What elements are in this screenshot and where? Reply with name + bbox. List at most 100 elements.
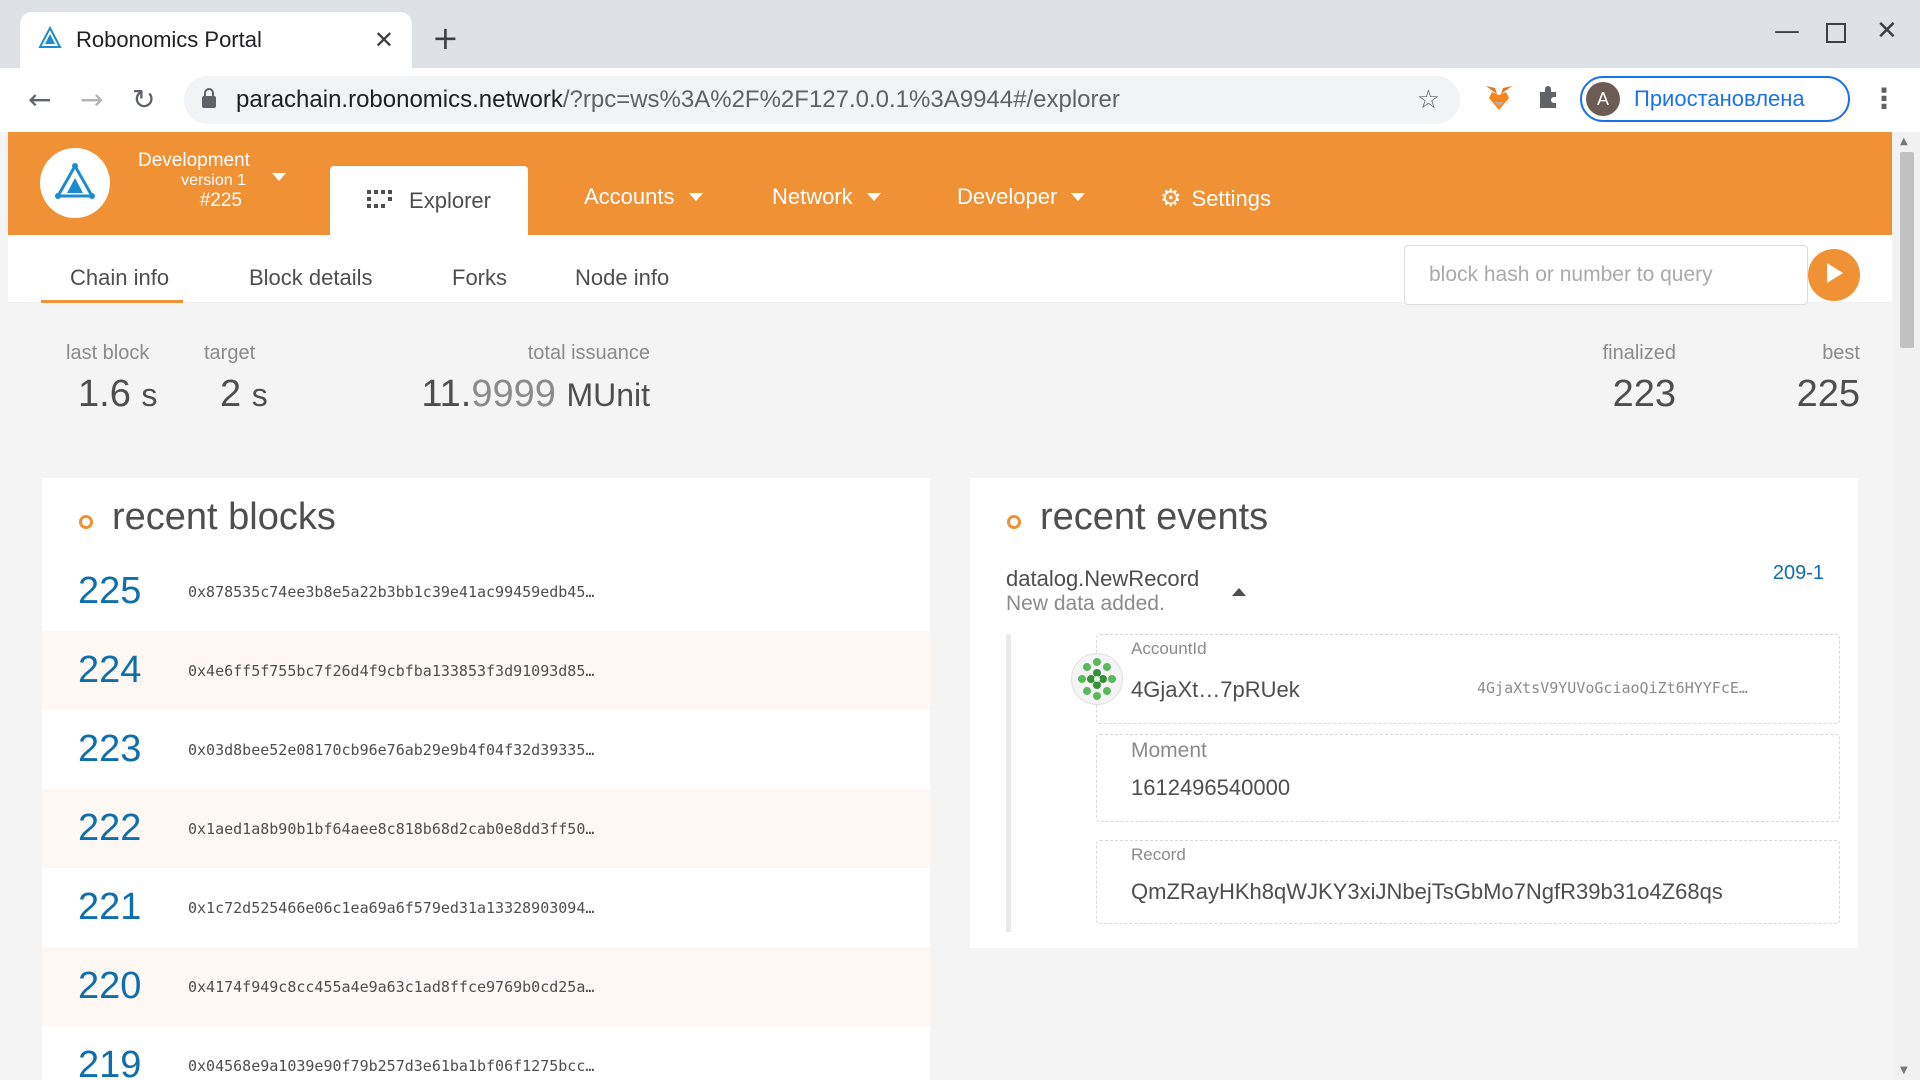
chain-version: version 1 [181,172,246,189]
menu-explorer[interactable]: Explorer [330,166,528,235]
block-number-link[interactable]: 225 [42,570,188,613]
param-label: AccountId [1131,639,1207,658]
portal-page: Development version 1 #225 Explorer Acco… [8,132,1892,1080]
block-number-link[interactable]: 224 [42,649,188,692]
maximize-icon[interactable] [1826,22,1846,48]
param-account: AccountId 4GjaXt…7pRUek 4GjaXtsV9YUVoGci… [1071,634,1840,724]
stat-value: 1.6 s [78,373,158,415]
stat-target: target 2 s [204,342,324,416]
scroll-thumb[interactable] [1900,152,1914,348]
chain-block: #225 [199,190,242,211]
menu-label: Settings [1191,185,1272,211]
block-hash: 0x04568e9a1039e90f79b257d3e61ba1bf06f127… [188,1056,595,1075]
menu-label: Network [772,184,853,209]
recent-events-card: recent events datalog.NewRecord New data… [970,478,1858,948]
stat-label: best [1822,342,1860,364]
chevron-up-icon[interactable] [1232,588,1246,596]
robonomics-logo[interactable] [40,148,110,218]
chevron-down-icon [866,193,881,201]
table-row: 223 0x03d8bee52e08170cb96e76ab29e9b4f04f3… [42,710,930,789]
close-window-icon[interactable]: ✕ [1876,18,1898,44]
scroll-up-icon[interactable]: ▲ [1900,136,1908,147]
tab-strip: Robonomics Portal ✕ + — ✕ [0,0,1920,68]
block-hash: 0x4e6ff5f755bc7f26d4f9cbfba133853f3d9109… [188,661,595,680]
param-label: Moment [1131,739,1207,762]
new-tab-button[interactable]: + [432,22,459,54]
address-bar[interactable]: parachain.robonomics.network/?rpc=ws%3A%… [184,76,1460,124]
stat-label: total issuance [527,342,650,364]
block-hash: 0x03d8bee52e08170cb96e76ab29e9b4f04f32d3… [188,740,595,759]
block-hash: 0x4174f949c8cc455a4e9a63c1ad8ffce9769b0c… [188,977,595,996]
block-query-input[interactable] [1404,245,1808,305]
sub-navigation: Chain info Block details Forks Node info [8,235,1892,305]
menu-label: Explorer [409,187,491,213]
chevron-down-icon [272,173,286,181]
extensions-icon[interactable] [1536,84,1562,116]
block-number-link[interactable]: 223 [42,728,188,771]
tab-block-details[interactable]: Block details [249,235,373,303]
top-menu: Development version 1 #225 Explorer Acco… [8,132,1892,235]
stat-value: 225 [1796,373,1860,415]
play-icon [1824,262,1844,288]
table-row: 224 0x4e6ff5f755bc7f26d4f9cbfba133853f3d9… [42,631,930,710]
account-full: 4GjaXtsV9YUVoGciaoQiZt6HYYFcE… [1477,679,1748,697]
event-id-link[interactable]: 209-1 [1773,562,1824,585]
tab-chain-info[interactable]: Chain info [41,235,183,303]
block-hash: 0x1c72d525466e06c1ea69a6f579ed31a1332890… [188,898,595,917]
chevron-down-icon [688,193,703,201]
menu-developer[interactable]: Developer [957,184,1086,210]
chain-selector[interactable]: Development version 1 #225 [130,150,286,212]
forward-icon[interactable]: → [80,84,103,116]
stat-total-issuance: total issuance 11.9999 MUnit [358,342,650,416]
menu-settings[interactable]: ⚙ Settings [1160,184,1271,213]
chain-summary: last block 1.6 s target 2 s total issuan… [8,342,1892,452]
block-number-link[interactable]: 222 [42,807,188,850]
param-label: Record [1131,845,1186,864]
stat-best: best 225 [1708,342,1860,416]
minimize-icon[interactable]: — [1774,18,1800,44]
browser-tab[interactable]: Robonomics Portal ✕ [20,12,412,68]
block-hash: 0x1aed1a8b90b1bf64aee8c818b68d2cab0e8dd3… [188,819,595,838]
menu-network[interactable]: Network [772,184,881,210]
browser-window: Robonomics Portal ✕ + — ✕ ← → ↻ parachai… [0,0,1920,1080]
stat-label: target [204,342,256,364]
identicon-icon[interactable] [1071,653,1123,705]
page-scrollbar[interactable]: ▲ ▼ [1894,132,1920,1080]
star-icon[interactable]: ☆ [1417,85,1440,115]
account-short[interactable]: 4GjaXt…7pRUek [1131,677,1300,703]
block-number-link[interactable]: 221 [42,886,188,929]
recent-blocks-title: recent blocks [76,496,336,539]
block-number-link[interactable]: 219 [42,1044,188,1080]
tab-node-info[interactable]: Node info [575,235,669,303]
block-number-link[interactable]: 220 [42,965,188,1008]
explorer-icon [367,188,397,214]
menu-accounts[interactable]: Accounts [584,184,703,210]
chevron-down-icon [1071,193,1086,201]
url-text: parachain.robonomics.network/?rpc=ws%3A%… [236,86,1120,113]
status-dot-icon [76,511,96,532]
stat-label: last block [66,342,150,364]
tab-forks[interactable]: Forks [452,235,507,303]
query-submit-button[interactable] [1808,249,1860,301]
menu-icon[interactable]: ⋮ [1870,82,1898,115]
menu-label: Accounts [584,184,675,209]
param-value: QmZRayHKh8qWJKY3xiJNbejTsGbMo7NgfR39b31o… [1131,879,1723,904]
close-tab-icon[interactable]: ✕ [374,26,394,54]
recent-events-title: recent events [1004,496,1268,539]
scroll-down-icon[interactable]: ▼ [1900,1065,1908,1076]
param-moment: Moment 1612496540000 [1096,734,1840,822]
table-row: 222 0x1aed1a8b90b1bf64aee8c818b68d2cab0e8… [42,789,930,868]
gear-icon: ⚙ [1160,185,1182,212]
metamask-icon[interactable] [1484,84,1514,118]
event-description: New data added. [1006,592,1165,615]
stat-finalized: finalized 223 [1508,342,1676,416]
event-name[interactable]: datalog.NewRecord [1006,566,1199,592]
stat-label: finalized [1602,342,1676,364]
reload-icon[interactable]: ↻ [132,84,155,116]
lock-icon [200,87,218,113]
chain-name: Development [138,150,250,171]
avatar: A [1586,82,1620,116]
table-row: 219 0x04568e9a1039e90f79b257d3e61ba1bf06f… [42,1026,930,1080]
profile-button[interactable]: A Приостановлена [1580,76,1850,122]
back-icon[interactable]: ← [28,84,51,116]
